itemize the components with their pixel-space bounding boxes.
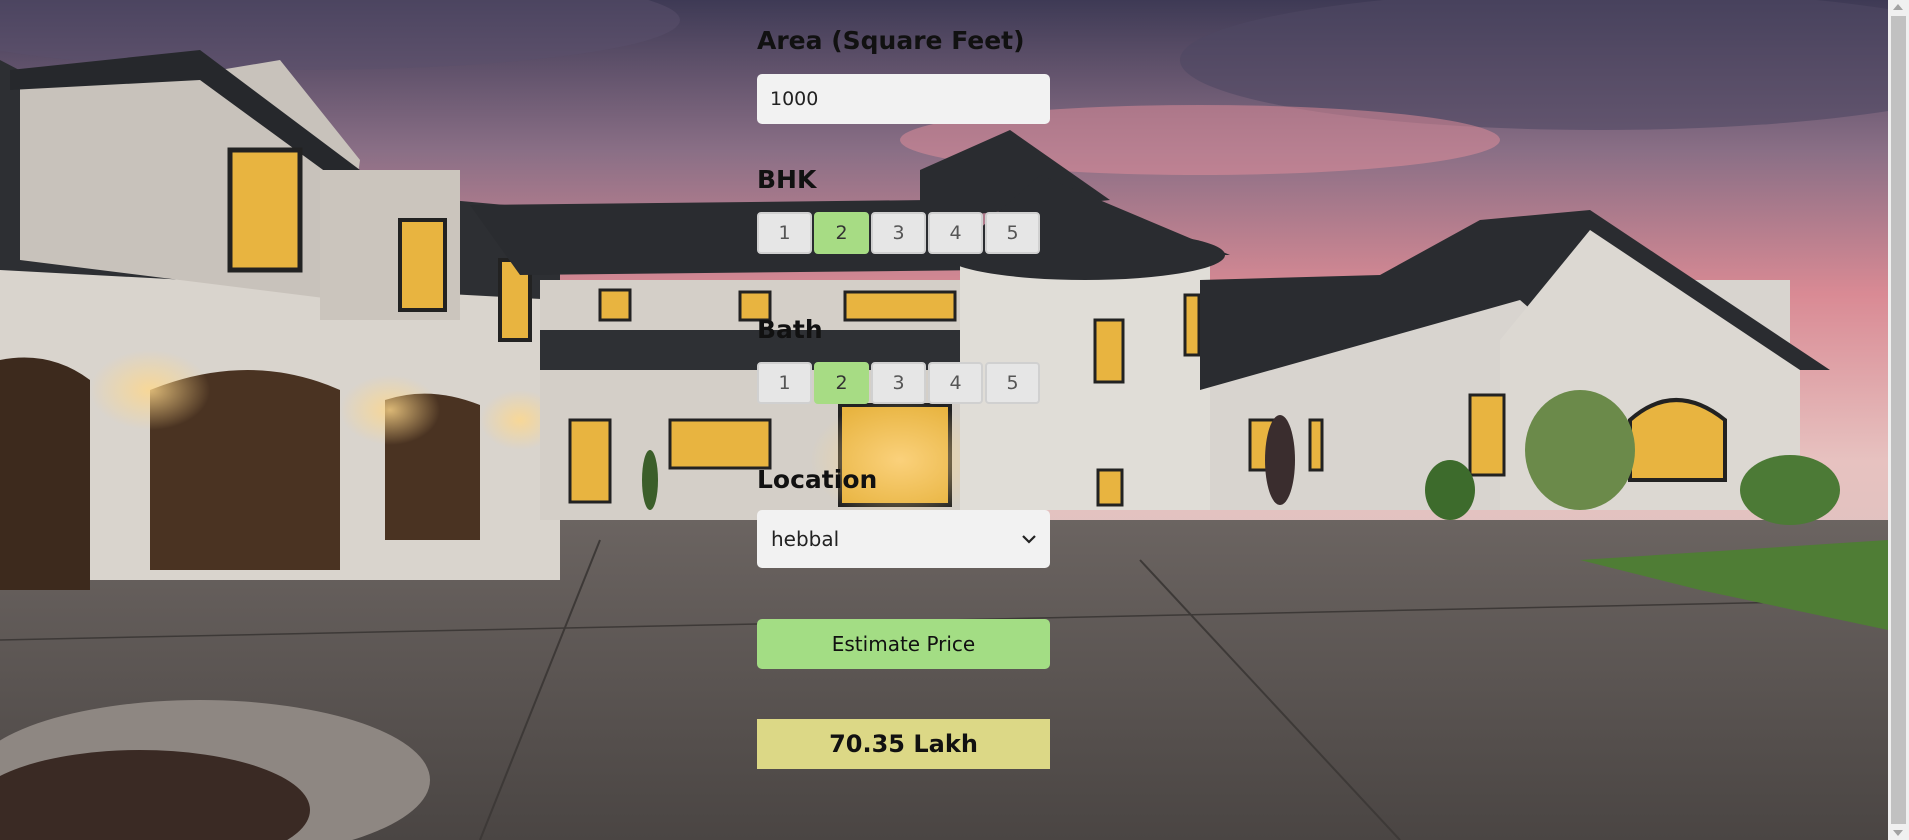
bhk-selector: 1 2 3 4 5 [757,212,1042,258]
vertical-scrollbar[interactable] [1888,0,1909,840]
background-house-image [0,0,1888,840]
chevron-down-icon [1022,535,1036,544]
bhk-option-4[interactable]: 4 [928,212,983,254]
bath-option-3[interactable]: 3 [871,362,926,404]
bath-label: Bath [757,315,823,344]
bath-option-2[interactable]: 2 [814,362,869,404]
bath-option-4[interactable]: 4 [928,362,983,404]
bath-option-5[interactable]: 5 [985,362,1040,404]
location-select[interactable]: hebbal [757,510,1050,568]
estimated-price-result: 70.35 Lakh [757,719,1050,769]
bhk-label: BHK [757,165,817,194]
area-input[interactable] [757,74,1050,124]
bhk-option-5[interactable]: 5 [985,212,1040,254]
location-label: Location [757,465,878,494]
bath-selector: 1 2 3 4 5 [757,362,1042,408]
scroll-up-arrow-icon[interactable] [1893,4,1903,10]
location-selected-value: hebbal [771,527,840,551]
bhk-option-1[interactable]: 1 [757,212,812,254]
area-label: Area (Square Feet) [757,26,1025,55]
bath-option-1[interactable]: 1 [757,362,812,404]
scrollbar-thumb[interactable] [1891,16,1906,824]
bhk-option-3[interactable]: 3 [871,212,926,254]
scroll-down-arrow-icon[interactable] [1893,830,1903,836]
estimate-price-button[interactable]: Estimate Price [757,619,1050,669]
bhk-option-2[interactable]: 2 [814,212,869,254]
